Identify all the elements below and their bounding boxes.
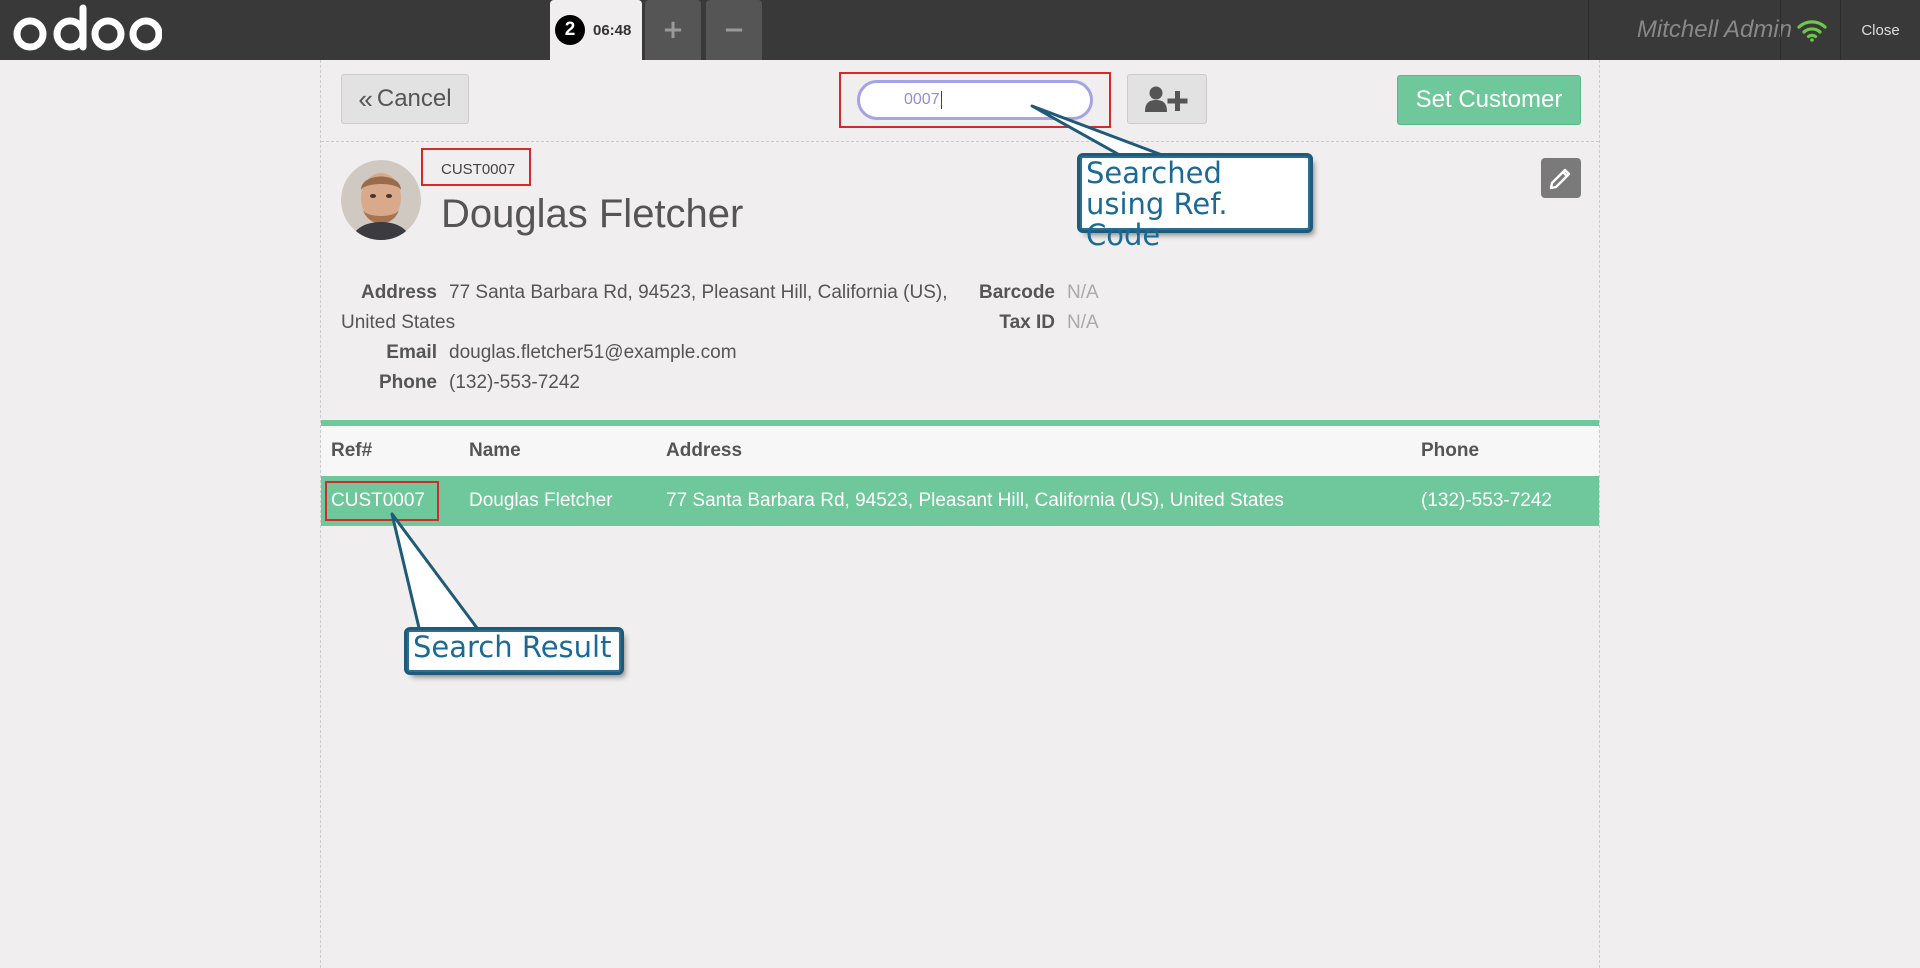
phone-row: Phone (132)-553-7242 [341,368,580,398]
table-header: Ref# Name Address Phone [321,426,1599,476]
top-bar: 2 06:48 + − Mitchell Admin Close [0,0,1920,60]
add-order-button[interactable]: + [645,0,701,60]
row-ref-highlight-frame [325,481,439,521]
remove-order-button[interactable]: − [706,0,762,60]
barcode-label: Barcode [978,282,1055,303]
edit-customer-button[interactable] [1541,158,1581,198]
result-callout: Search Result [407,630,621,672]
customer-list-panel: « Cancel 0007 Set Customer CUST0007 Doug… [320,60,1600,968]
email-value: douglas.fletcher51@example.com [449,342,737,363]
column-header-ref: Ref# [331,440,373,461]
user-plus-icon [1145,86,1188,112]
cancel-button[interactable]: « Cancel [341,74,469,124]
table-row[interactable]: CUST0007 Douglas Fletcher 77 Santa Barba… [321,476,1599,526]
ref-code-highlight-frame [421,148,531,186]
search-callout: Searched using Ref. Code [1080,156,1310,251]
add-customer-button[interactable] [1127,74,1207,124]
search-highlight-frame [839,72,1111,128]
set-customer-button[interactable]: Set Customer [1397,75,1581,125]
phone-value: (132)-553-7242 [449,372,580,393]
customer-avatar [341,160,421,240]
double-chevron-left-icon: « [358,83,373,114]
row-address: 77 Santa Barbara Rd, 94523, Pleasant Hil… [666,490,1284,511]
odoo-logo [13,4,162,51]
order-number-badge: 2 [555,15,585,45]
barcode-value: N/A [1067,282,1099,303]
connection-status [1780,0,1842,60]
column-header-name: Name [469,440,521,461]
taxid-value: N/A [1067,312,1099,333]
address-row: Address 77 Santa Barbara Rd, 94523, Pleas… [341,278,961,338]
phone-label: Phone [378,372,437,393]
row-name: Douglas Fletcher [469,490,613,511]
column-header-address: Address [666,440,743,461]
column-header-phone: Phone [1421,440,1480,461]
taxid-label: Tax ID [999,312,1055,333]
minus-icon: − [723,15,745,45]
address-label: Address [360,282,437,303]
email-label: Email [386,342,437,363]
row-phone: (132)-553-7242 [1421,490,1552,511]
barcode-row: Barcode N/A [961,278,1099,308]
customer-table: Ref# Name Address Phone CUST0007 Douglas… [321,420,1599,526]
customer-name: Douglas Fletcher [441,192,744,236]
pencil-icon [1549,168,1571,190]
wifi-icon [1796,20,1827,42]
close-button[interactable]: Close [1840,0,1920,60]
plus-icon: + [662,15,684,45]
email-row: Email douglas.fletcher51@example.com [341,338,737,368]
taxid-row: Tax ID N/A [961,308,1099,338]
order-time: 06:48 [593,21,632,39]
cancel-label: Cancel [376,85,452,112]
order-tab[interactable]: 2 06:48 [550,0,642,60]
